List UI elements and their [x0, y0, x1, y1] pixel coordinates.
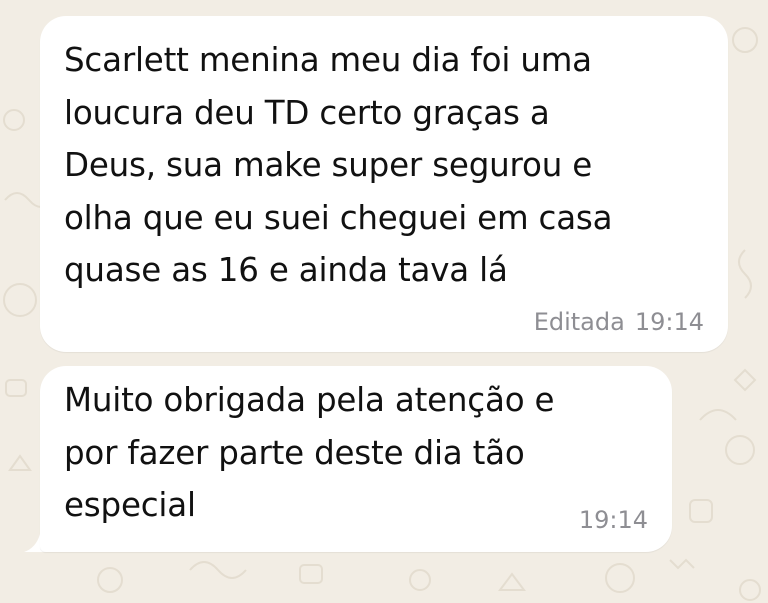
message-meta: Editada 19:14	[534, 308, 704, 336]
message-time: 19:14	[634, 308, 704, 336]
edited-label: Editada	[533, 308, 625, 336]
message-time: 19:14	[578, 506, 648, 534]
message-meta: 19:14	[579, 506, 648, 534]
message-bubble[interactable]: Muito obrigada pela atenção e por fazer …	[40, 366, 672, 552]
message-bubble[interactable]: Scarlett menina meu dia foi uma loucura …	[40, 16, 728, 352]
message-text: Muito obrigada pela atenção e por fazer …	[64, 381, 555, 524]
message-text: Scarlett menina meu dia foi uma loucura …	[64, 41, 613, 289]
